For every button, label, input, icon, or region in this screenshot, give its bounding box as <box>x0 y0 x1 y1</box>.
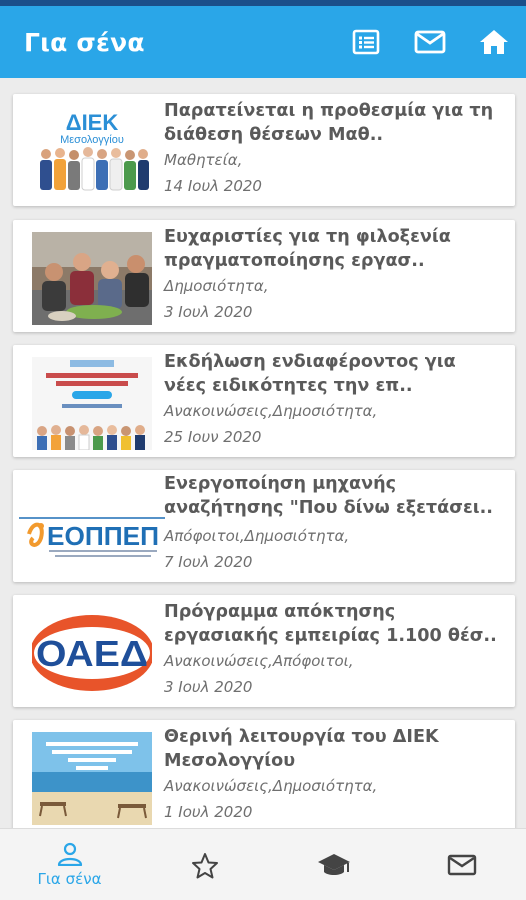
list-button[interactable] <box>334 6 398 78</box>
news-date: 3 Ιουλ 2020 <box>164 303 253 321</box>
news-categories: Ανακοινώσεις,Δημοσιότητα, <box>164 402 378 420</box>
news-card[interactable]: ΟΑΕΔ Πρόγραμμα απόκτησης εργασιακής εμπε… <box>13 595 515 707</box>
news-card[interactable]: Εκδήλωση ενδιαφέροντος για νέες ειδικότη… <box>13 345 515 457</box>
news-card[interactable]: ΔΙΕΚ Μεσολογγίου Παρατείνεται η προθεσμί… <box>13 94 515 206</box>
nav-item-for-you[interactable]: Για σένα <box>4 829 135 900</box>
news-date: 1 Ιουλ 2020 <box>164 803 253 821</box>
news-title: Θερινή λειτουργία του ΔΙΕΚ Μεσολογγίου <box>164 727 439 771</box>
news-thumbnail: ΔΙΕΚ Μεσολογγίου <box>32 106 152 199</box>
person-icon <box>57 842 82 866</box>
news-date: 25 Ιουν 2020 <box>164 428 262 446</box>
mail-button[interactable] <box>398 6 462 78</box>
news-categories: Ανακοινώσεις,Απόφοιτοι, <box>164 652 354 670</box>
news-title: Ευχαριστίες για τη φιλοξενία πραγματοποί… <box>164 227 451 271</box>
star-icon <box>191 852 218 878</box>
news-date: 3 Ιουλ 2020 <box>164 678 253 696</box>
mail-icon <box>414 30 446 54</box>
news-card[interactable]: ΕΟΠΠΕΠ Ενεργοποίηση μηχανής αναζήτησης "… <box>13 470 515 582</box>
mail-icon <box>447 854 476 876</box>
news-categories: Απόφοιτοι,Δημοσιότητα, <box>164 527 350 545</box>
news-thumbnail <box>32 732 152 825</box>
news-categories: Μαθητεία, <box>164 151 243 169</box>
bottom-navigation: Για σένα <box>0 828 526 900</box>
diek-logo-subtitle: Μεσολογγίου <box>60 134 124 146</box>
eoppep-logo-text: ΕΟΠΠΕΠ <box>47 521 159 551</box>
news-title: Ενεργοποίηση μηχανής αναζήτησης "Που δίν… <box>164 474 493 518</box>
nav-item-favorites[interactable] <box>139 829 270 900</box>
news-categories: Ανακοινώσεις,Δημοσιότητα, <box>164 777 378 795</box>
news-card[interactable]: Ευχαριστίες για τη φιλοξενία πραγματοποί… <box>13 220 515 332</box>
home-button[interactable] <box>462 6 526 78</box>
news-title: Εκδήλωση ενδιαφέροντος για νέες ειδικότη… <box>164 352 456 396</box>
oaed-logo-text: ΟΑΕΔ <box>36 633 148 674</box>
news-date: 14 Ιουλ 2020 <box>164 177 262 195</box>
diek-logo-text: ΔΙΕΚ <box>66 110 119 135</box>
app-bar: Για σένα <box>0 6 526 78</box>
nav-item-education[interactable] <box>268 829 399 900</box>
nav-item-messages[interactable] <box>396 829 526 900</box>
news-thumbnail: ΕΟΠΠΕΠ <box>19 482 165 575</box>
page-title: Για σένα <box>24 27 145 57</box>
news-card[interactable]: Θερινή λειτουργία του ΔΙΕΚ Μεσολογγίου Α… <box>13 720 515 828</box>
news-categories: Δημοσιότητα, <box>164 277 269 295</box>
nav-item-label: Για σένα <box>37 870 102 888</box>
home-icon <box>480 30 508 54</box>
news-thumbnail: ΟΑΕΔ <box>32 607 152 700</box>
news-date: 7 Ιουλ 2020 <box>164 553 253 571</box>
news-thumbnail <box>32 232 152 325</box>
news-title: Παρατείνεται η προθεσμία για τη διάθεση … <box>164 101 494 145</box>
news-title: Πρόγραμμα απόκτησης εργασιακής εμπειρίας… <box>164 602 497 646</box>
graduation-cap-icon <box>317 854 350 875</box>
list-icon <box>352 29 380 55</box>
news-thumbnail <box>32 357 152 450</box>
news-feed: ΔΙΕΚ Μεσολογγίου Παρατείνεται η προθεσμί… <box>0 78 526 828</box>
